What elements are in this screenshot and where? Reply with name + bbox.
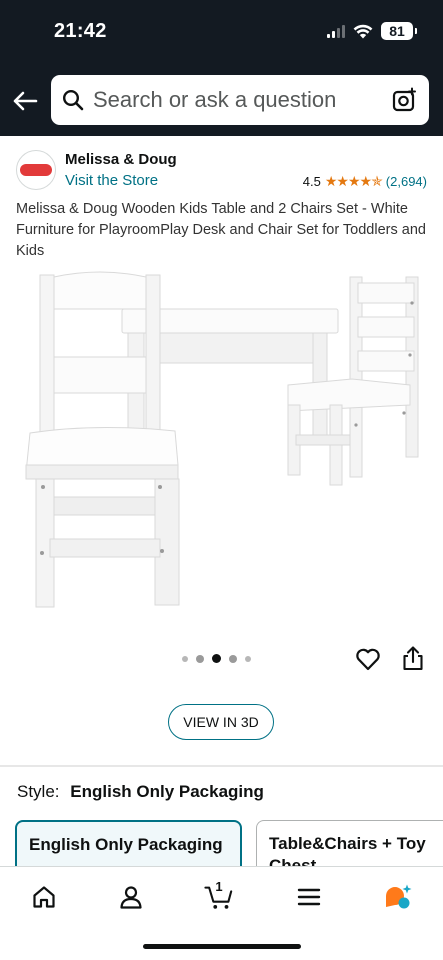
share-icon[interactable] — [401, 645, 425, 671]
wifi-icon — [353, 24, 373, 38]
home-indicator — [143, 944, 301, 949]
product-image[interactable] — [0, 265, 443, 625]
heart-icon[interactable] — [355, 646, 381, 672]
search-bar[interactable] — [51, 75, 429, 125]
rating-count[interactable]: (2,694) — [386, 174, 427, 189]
brand-name: Melissa & Doug — [65, 151, 177, 168]
nav-menu[interactable] — [294, 882, 324, 912]
carousel-dot[interactable] — [245, 655, 251, 662]
rating-summary[interactable]: 4.5 ★★★★✯ (2,694) — [303, 173, 427, 190]
nav-cart[interactable]: 1 — [204, 879, 234, 912]
back-arrow-icon — [13, 91, 38, 111]
carousel-dot[interactable] — [196, 654, 204, 663]
cellular-signal-icon — [327, 24, 345, 38]
brand-logo[interactable] — [16, 150, 56, 190]
brand-row: Melissa & Doug Visit the Store 4.5 ★★★★✯… — [0, 146, 443, 196]
carousel-dot-active[interactable] — [212, 654, 221, 663]
rufus-icon — [386, 884, 412, 909]
battery-indicator: 81 — [381, 22, 417, 40]
nav-home[interactable] — [29, 882, 59, 912]
camera-lens-icon[interactable] — [391, 86, 419, 114]
cart-count: 1 — [215, 879, 223, 894]
search-icon — [61, 88, 85, 112]
top-bar: 21:42 81 — [0, 0, 443, 136]
nav-rufus[interactable] — [383, 882, 413, 912]
section-divider — [0, 765, 443, 767]
carousel-dot[interactable] — [182, 655, 188, 662]
status-icons: 81 — [327, 22, 417, 40]
product-title: Melissa & Doug Wooden Kids Table and 2 C… — [16, 201, 426, 259]
search-input[interactable] — [93, 87, 383, 113]
style-selector-label: Style: English Only Packaging — [17, 782, 264, 802]
carousel-dots[interactable] — [182, 654, 251, 663]
nav-account[interactable] — [116, 882, 146, 912]
home-icon — [33, 886, 55, 908]
style-value: English Only Packaging — [70, 782, 264, 801]
star-rating-icon: ★★★★✯ — [324, 173, 383, 189]
view-in-3d-button[interactable]: VIEW IN 3D — [168, 704, 274, 740]
menu-icon — [297, 888, 321, 906]
back-button[interactable] — [10, 86, 40, 116]
person-icon — [120, 886, 142, 909]
status-time: 21:42 — [54, 20, 107, 42]
visit-store-link[interactable]: Visit the Store — [65, 172, 158, 189]
rating-value: 4.5 — [302, 174, 321, 189]
carousel-dot[interactable] — [229, 654, 237, 663]
style-label: Style: — [17, 782, 60, 801]
